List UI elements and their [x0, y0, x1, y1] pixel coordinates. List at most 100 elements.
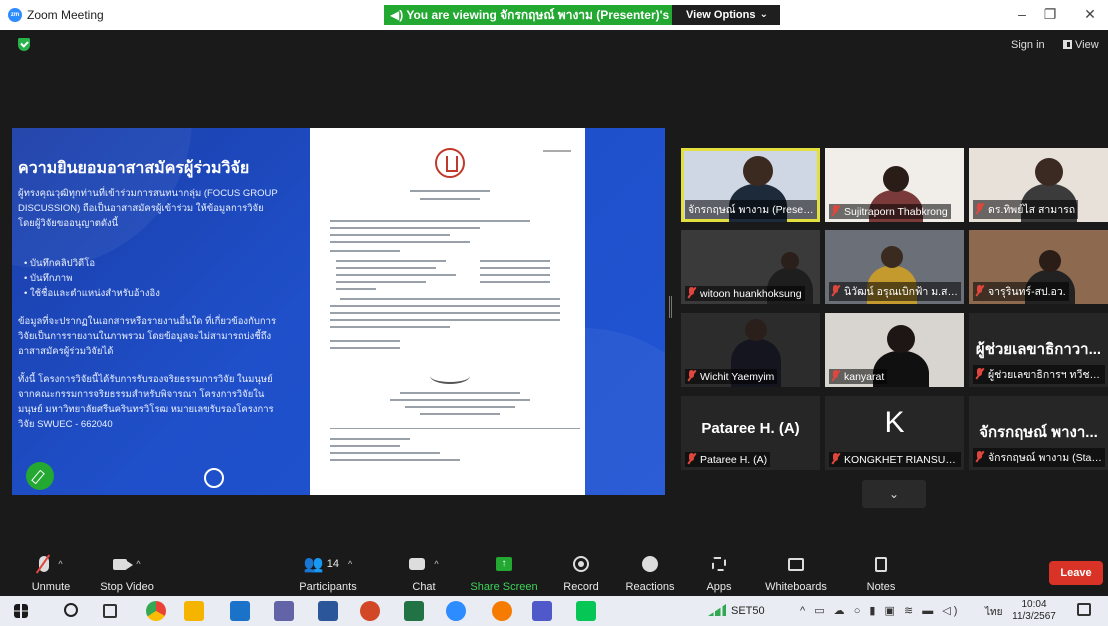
- zoom-app-icon[interactable]: [446, 601, 466, 621]
- video-camera-icon: [113, 558, 134, 570]
- mail-icon[interactable]: [230, 601, 250, 621]
- participant-tile[interactable]: ดร.ทิพย์ไส สามารถ: [969, 148, 1108, 222]
- chevron-up-icon[interactable]: ^: [434, 559, 438, 569]
- clock-time: 10:04: [1021, 599, 1047, 610]
- excel-icon[interactable]: [404, 601, 424, 621]
- participants-button[interactable]: 👥 14 ^ Participants: [296, 552, 360, 593]
- windows-start-icon[interactable]: [14, 604, 28, 618]
- view-button[interactable]: View: [1063, 39, 1099, 51]
- reactions-button[interactable]: Reactions: [624, 552, 676, 593]
- microphone-muted-icon: [39, 556, 50, 572]
- gallery-next-page-button[interactable]: ⌄: [862, 480, 926, 508]
- doc-line: [330, 347, 400, 349]
- chevron-up-icon[interactable]: ^: [136, 559, 140, 569]
- participant-tile[interactable]: นิวัฒน์ อรุณเบิกฟ้า ม.สงขลา: [825, 230, 964, 304]
- participant-tile[interactable]: kanyarat: [825, 313, 964, 387]
- smiley-plus-icon: [642, 556, 658, 572]
- share-screen-button[interactable]: ↑ Share Screen: [470, 552, 538, 593]
- teams-icon[interactable]: [532, 601, 552, 621]
- notes-button[interactable]: Notes: [862, 552, 900, 593]
- doc-line: [336, 260, 446, 262]
- task-view-icon[interactable]: [103, 604, 117, 618]
- annotate-pen-button[interactable]: [26, 462, 54, 490]
- doc-line: [330, 220, 530, 222]
- clock[interactable]: 10:04 11/3/2567: [1012, 599, 1056, 623]
- encryption-shield-icon[interactable]: [18, 38, 30, 51]
- zoom-logo-icon: zm: [8, 8, 22, 22]
- doc-line: [336, 281, 426, 283]
- powerpoint-icon[interactable]: [360, 601, 380, 621]
- participant-tile[interactable]: จักรกฤษณ์ พางา... จักรกฤษณ์ พางาม (Stand.…: [969, 396, 1108, 470]
- doc-line: [330, 438, 410, 440]
- leave-button[interactable]: Leave: [1049, 561, 1103, 585]
- doc-line: [330, 312, 560, 314]
- minimize-button[interactable]: –: [1012, 6, 1032, 22]
- doc-line: [330, 340, 400, 342]
- split-view-drag-handle[interactable]: [669, 296, 672, 318]
- chat-bubble-icon: [409, 558, 426, 570]
- close-button[interactable]: ✕: [1080, 6, 1100, 23]
- line-app-icon[interactable]: [576, 601, 596, 621]
- slide-bullet: บันทึกภาพ: [24, 271, 160, 286]
- participant-video-head: [745, 319, 767, 341]
- pen-app-icon[interactable]: [274, 601, 294, 621]
- pointer-circle-button[interactable]: [204, 468, 224, 488]
- chevron-up-icon[interactable]: ^: [348, 559, 352, 569]
- participant-name-label: นิวัฒน์ อรุณเบิกฟ้า ม.สงขลา: [829, 282, 961, 301]
- participant-name: Pataree H. (A): [700, 454, 768, 466]
- chat-button[interactable]: ^ Chat: [406, 552, 442, 593]
- participant-tile[interactable]: จารุรินทร์-สป.อว.: [969, 230, 1108, 304]
- input-language[interactable]: ไทย: [985, 605, 1002, 620]
- participants-icon: 👥: [303, 556, 324, 573]
- participant-tile[interactable]: K KONGKHET RIANSUW...: [825, 396, 964, 470]
- whiteboards-button[interactable]: Whiteboards: [762, 552, 830, 593]
- participant-tile[interactable]: Wichit Yaemyim: [681, 313, 820, 387]
- participant-tile[interactable]: witoon huankhoksung: [681, 230, 820, 304]
- participant-name-label: จารุรินทร์-สป.อว.: [973, 282, 1069, 301]
- doc-line: [390, 399, 530, 401]
- doc-line: [340, 298, 560, 300]
- stop-video-label: Stop Video: [100, 581, 154, 593]
- sign-in-link[interactable]: Sign in: [1011, 39, 1045, 51]
- participant-tile[interactable]: จักรกฤษณ์ พางาม (Presenter): [681, 148, 820, 222]
- participant-name-label: Wichit Yaemyim: [685, 369, 778, 384]
- participant-name: จักรกฤษณ์ พางาม (Presenter): [688, 204, 817, 216]
- vlc-icon[interactable]: [492, 601, 512, 621]
- restore-button[interactable]: ❐: [1040, 6, 1060, 23]
- microphone-muted-icon: [976, 203, 984, 214]
- doc-line: [330, 241, 470, 243]
- slide-paragraph-1: ผู้ทรงคุณวุฒิทุกท่านที่เข้าร่วมการสนทนาก…: [18, 188, 278, 229]
- participant-video-head: [883, 166, 909, 192]
- stock-chart-icon: [708, 604, 726, 616]
- doc-line: [330, 305, 560, 307]
- microphone-muted-icon: [832, 285, 840, 296]
- doc-line: [330, 445, 400, 447]
- participant-video-head: [781, 252, 799, 270]
- unmute-button[interactable]: ^ Unmute: [24, 552, 78, 593]
- file-explorer-icon[interactable]: [184, 601, 204, 621]
- chevron-up-icon[interactable]: ^: [58, 559, 62, 569]
- record-button[interactable]: Record: [560, 552, 602, 593]
- search-icon[interactable]: [64, 603, 78, 617]
- participant-tile[interactable]: ผู้ช่วยเลขาธิกาวา... ผู้ช่วยเลขาธิการฯ ทว…: [969, 313, 1108, 387]
- doc-line: [330, 326, 450, 328]
- notifications-icon[interactable]: [1077, 603, 1091, 616]
- view-options-button[interactable]: View Options ⌄: [672, 5, 780, 25]
- apps-button[interactable]: Apps: [702, 552, 736, 593]
- participant-tile[interactable]: Sujitraporn Thabkrong: [825, 148, 964, 222]
- stock-widget[interactable]: SET50: [708, 604, 765, 617]
- stop-video-button[interactable]: ^ Stop Video: [96, 552, 158, 593]
- app-title: Zoom Meeting: [27, 8, 104, 22]
- notes-icon: [875, 556, 887, 572]
- share-screen-arrow-icon: ↑: [496, 557, 512, 571]
- participant-name: witoon huankhoksung: [700, 288, 802, 300]
- word-icon[interactable]: [318, 601, 338, 621]
- banner-text: You are viewing จักรกฤษณ์ พางาม (Present…: [406, 8, 712, 22]
- doc-line: [336, 274, 456, 276]
- system-tray-icons[interactable]: ^ ▭ ☁ ○ ▮ ▣ ≋ ▬ ◁): [800, 604, 960, 617]
- participant-tile[interactable]: Pataree H. (A) Pataree H. (A): [681, 396, 820, 470]
- chrome-icon[interactable]: [146, 601, 166, 621]
- participant-display-name: Pataree H. (A): [701, 420, 800, 437]
- record-label: Record: [563, 581, 599, 593]
- doc-line: [336, 267, 436, 269]
